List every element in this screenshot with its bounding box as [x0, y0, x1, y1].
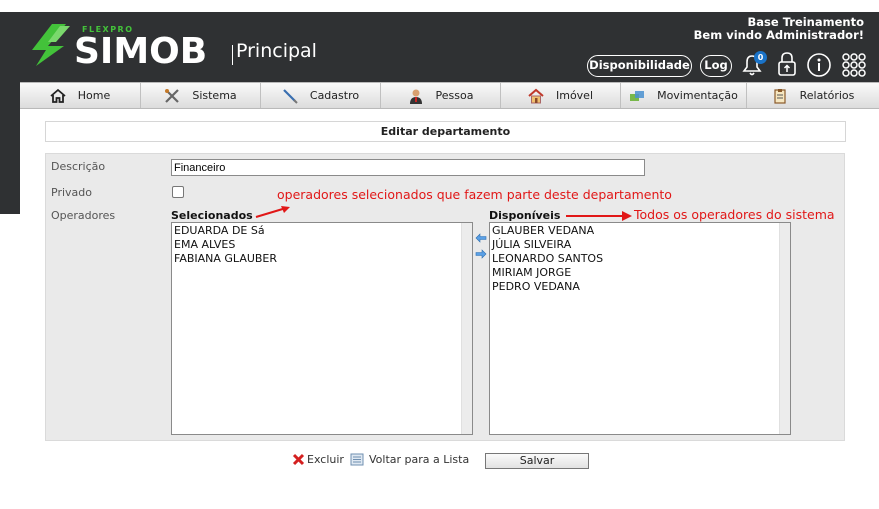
- nav-movimentacao[interactable]: Movimentação: [621, 83, 747, 108]
- list-item[interactable]: JÚLIA SILVEIRA: [490, 238, 790, 252]
- list-item[interactable]: GLAUBER VEDANA: [490, 224, 790, 238]
- delete-link[interactable]: Excluir: [307, 453, 344, 466]
- house-icon: [528, 88, 544, 103]
- transfer-icon: [630, 90, 645, 101]
- nav-relatorios[interactable]: Relatórios: [747, 83, 879, 108]
- move-left-arrow-icon[interactable]: [475, 233, 487, 243]
- back-to-list-link[interactable]: Voltar para a Lista: [369, 453, 469, 466]
- operators-label: Operadores: [51, 209, 116, 222]
- private-label: Privado: [51, 186, 92, 199]
- list-item[interactable]: PEDRO VEDANA: [490, 280, 790, 294]
- nav-imovel-label: Imóvel: [555, 89, 594, 102]
- nav-pessoa[interactable]: Pessoa: [381, 83, 501, 108]
- nav-imovel[interactable]: Imóvel: [501, 83, 621, 108]
- notification-badge: 0: [754, 51, 767, 64]
- available-header: Disponíveis: [489, 209, 561, 222]
- page-left-margin: [0, 214, 20, 509]
- selected-header: Selecionados: [171, 209, 253, 222]
- apps-grid-icon[interactable]: [841, 52, 867, 78]
- availability-button[interactable]: Disponibilidade: [587, 55, 692, 77]
- nav-movimentacao-label: Movimentação: [657, 89, 738, 102]
- user-info: Base Treinamento Bem vindo Administrador…: [694, 16, 864, 42]
- description-input[interactable]: [171, 159, 645, 176]
- list-item[interactable]: LEONARDO SANTOS: [490, 252, 790, 266]
- brand-logo-text: SIMOB: [74, 31, 208, 72]
- nav-pessoa-label: Pessoa: [435, 89, 474, 102]
- description-label: Descrição: [51, 160, 106, 173]
- form-title: Editar departamento: [45, 121, 846, 142]
- nav-sistema-label: Sistema: [192, 89, 237, 102]
- lock-icon[interactable]: [775, 51, 799, 77]
- nav-cadastro-label: Cadastro: [309, 89, 360, 102]
- delete-x-icon: [292, 453, 305, 466]
- private-checkbox[interactable]: [172, 186, 184, 198]
- home-icon: [50, 88, 66, 103]
- info-icon[interactable]: [806, 52, 832, 78]
- list-item[interactable]: EMA ALVES: [172, 238, 472, 252]
- selected-annotation: operadores selecionados que fazem parte …: [277, 187, 672, 202]
- brand-subtitle: Principal: [236, 40, 317, 62]
- available-annotation: Todos os operadores do sistema: [634, 207, 835, 222]
- list-item[interactable]: FABIANA GLAUBER: [172, 252, 472, 266]
- nav-sistema[interactable]: Sistema: [141, 83, 261, 108]
- available-annotation-arrow: [566, 211, 632, 221]
- nav-home-label: Home: [77, 89, 111, 102]
- list-item[interactable]: EDUARDA DE Sá: [172, 224, 472, 238]
- move-right-arrow-icon[interactable]: [475, 249, 487, 259]
- available-list-scrollbar[interactable]: [779, 223, 790, 434]
- welcome-message: Bem vindo Administrador!: [693, 28, 864, 42]
- selected-operators-list[interactable]: EDUARDA DE Sá EMA ALVES FABIANA GLAUBER: [171, 222, 473, 435]
- brand-separator: [232, 45, 233, 65]
- selected-annotation-arrow: [255, 206, 290, 218]
- nav-home[interactable]: Home: [20, 83, 141, 108]
- pen-icon: [283, 88, 298, 104]
- delete-action[interactable]: Excluir: [292, 453, 344, 466]
- back-action[interactable]: Voltar para a Lista: [350, 453, 469, 466]
- available-operators-list[interactable]: GLAUBER VEDANA JÚLIA SILVEIRA LEONARDO S…: [489, 222, 791, 435]
- save-button[interactable]: Salvar: [485, 453, 589, 469]
- log-button[interactable]: Log: [700, 55, 732, 77]
- list-item[interactable]: MIRIAM JORGE: [490, 266, 790, 280]
- selected-list-scrollbar[interactable]: [461, 223, 472, 434]
- nav-cadastro[interactable]: Cadastro: [261, 83, 381, 108]
- person-icon: [409, 89, 422, 104]
- report-icon: [773, 88, 786, 104]
- nav-relatorios-label: Relatórios: [799, 89, 855, 102]
- tools-icon: [165, 88, 180, 103]
- main-navbar: Home Sistema Cadastro Pessoa Imóvel Movi…: [20, 82, 879, 109]
- list-icon: [350, 453, 364, 466]
